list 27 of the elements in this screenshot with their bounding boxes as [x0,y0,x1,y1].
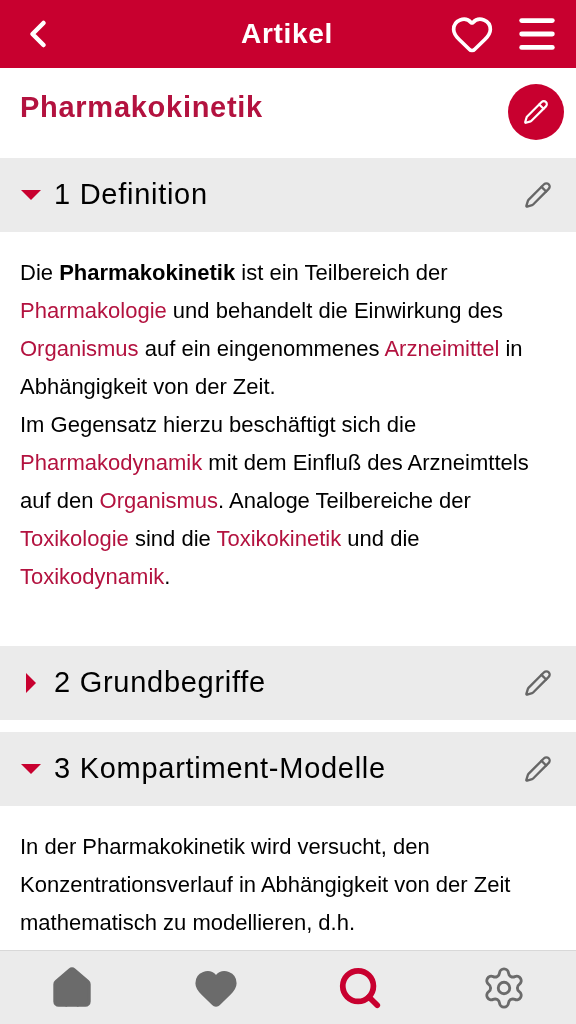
section-title: 1 Definition [54,177,209,213]
article-link[interactable]: Pharmakodynamik [20,450,203,475]
section-header[interactable]: 2 Grundbegriffe [0,646,576,720]
edit-section-button[interactable] [524,669,552,697]
section-title: 2 Grundbegriffe [54,665,267,701]
article-link[interactable]: Toxikologie [20,526,129,551]
paragraph: Im Gegensatz hierzu beschäftigt sich die Pharmakodynamik mit dem Einfluß des Arzneimttels auf den Organismus. Analoge Teilbereiche der Toxikologie sind die Toxikokinetik und die Toxikodynamik. [20,411,530,591]
article-link[interactable]: Arzneimittel [384,336,500,361]
article-link[interactable]: Toxikodynamik [20,564,165,589]
article-title: Pharmakokinetik [20,90,263,125]
section-header[interactable]: 3 Kompartiment-Modelle [0,732,576,806]
edit-section-button[interactable] [524,181,552,209]
pencil-icon [524,181,552,209]
paragraph: In der Pharmakokinetik wird versucht, den Konzentrationsverlauf in Abhängigkeit von der Zeit mathematisch zu modellieren, d.h. [20,833,512,937]
article-link[interactable]: Pharmakologie [20,298,167,323]
section-header[interactable]: 1 Definition [0,158,576,232]
edit-section-button[interactable] [524,755,552,783]
article-link[interactable]: Organismus [99,488,219,513]
section-title: 3 Kompartiment-Modelle [54,751,387,787]
pencil-icon [523,99,549,125]
article-link[interactable]: Organismus [20,336,139,361]
pencil-icon [524,669,552,697]
edit-article-button[interactable] [508,84,564,140]
pencil-icon [524,755,552,783]
header-title: Artikel [239,17,334,51]
paragraph: Die Pharmakokinetik ist ein Teilbereich der Pharmakologie und behandelt die Einwirkung des Organismus auf ein eingenommenes Arzneimittel in Abhängigkeit von der Zeit. [20,259,524,401]
article-link[interactable]: Toxikokinetik [216,526,342,551]
